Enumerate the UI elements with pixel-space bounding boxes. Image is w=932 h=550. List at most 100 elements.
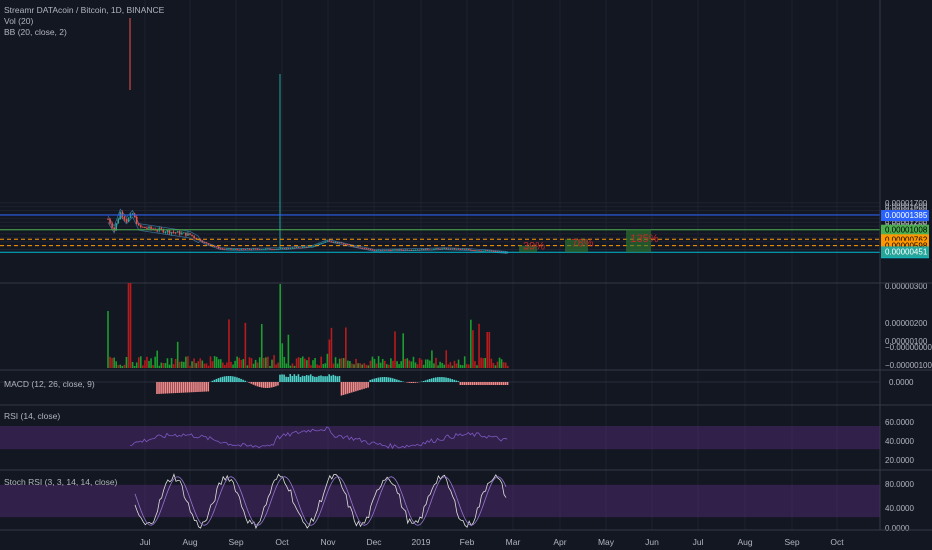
volume-bar <box>240 359 243 368</box>
candle-body <box>178 231 181 235</box>
volume-bar <box>281 343 284 368</box>
macd-bar <box>496 382 499 385</box>
volume-bar <box>437 365 439 368</box>
macd-bar <box>186 382 189 393</box>
time-axis: Jul Aug Sep Oct Nov Dec 2019 Feb Mar Apr May Jun Jul… <box>140 537 845 547</box>
volume-bar <box>168 364 171 368</box>
macd-bar <box>445 377 447 382</box>
macd-bar <box>387 377 390 382</box>
macd-bar <box>422 380 425 382</box>
volume-bar <box>424 359 427 368</box>
volume-bar <box>269 365 271 368</box>
volume-bar <box>113 357 115 368</box>
candle-body <box>265 248 267 250</box>
candle-body <box>291 247 294 249</box>
macd-bar <box>240 378 242 382</box>
macd-bar <box>432 377 435 382</box>
candle-body <box>472 250 474 251</box>
candle-body <box>170 232 173 234</box>
volume-bar <box>447 364 450 368</box>
price-axis: 0.000017000.000016000.000015000.00001400… <box>879 0 932 533</box>
stoch-rsi-label[interactable]: Stoch RSI (3, 3, 14, 14, close) <box>4 477 117 487</box>
candle-body <box>312 245 314 247</box>
volume-bar <box>498 357 501 368</box>
volume-bar <box>353 364 355 368</box>
volume-bar <box>318 365 320 368</box>
candle-body <box>183 232 185 234</box>
candle-body <box>367 248 370 250</box>
macd-bar <box>469 382 472 385</box>
macd-bar <box>176 382 179 393</box>
time-tick-label: Sep <box>228 537 243 547</box>
candle-body <box>277 248 279 250</box>
volume-bar <box>390 358 392 368</box>
volume-bar <box>187 356 189 368</box>
volume-bar <box>201 360 204 368</box>
candle-body <box>168 230 171 234</box>
candle-body <box>285 248 288 249</box>
volume-bar <box>386 364 388 368</box>
volume-bar <box>137 357 140 368</box>
volume-bar <box>189 365 191 368</box>
candle-body <box>465 249 468 250</box>
candle-body <box>150 226 152 229</box>
chart-canvas[interactable]: 39% 78% 135% 0.000017000.000016000.00001500… <box>0 0 932 550</box>
bollinger-legend[interactable]: BB (20, close, 2) <box>4 27 67 37</box>
macd-bar <box>494 382 497 385</box>
macd-bar <box>326 376 328 382</box>
candle-body <box>441 248 443 250</box>
candle-body <box>310 246 312 247</box>
volume-bar <box>398 364 400 368</box>
volume-bar <box>310 365 312 368</box>
candle-body <box>334 242 337 243</box>
volume-bar <box>166 358 169 368</box>
macd-bar <box>381 377 384 382</box>
macd-bar <box>182 382 185 393</box>
symbol-title: Streamr DATAcoin / Bitcoin, 1D, BINANCE <box>4 5 165 15</box>
macd-bar <box>424 380 427 382</box>
volume-bar <box>357 363 359 368</box>
macd-bar <box>189 382 191 393</box>
candle-body <box>447 248 450 250</box>
volume-bar <box>404 358 407 368</box>
grid-lines <box>0 0 880 530</box>
volume-bar <box>347 360 349 368</box>
macd-bar <box>174 382 177 394</box>
macd-bar <box>459 382 462 385</box>
candle-body <box>191 234 193 236</box>
macd-bar <box>258 382 261 387</box>
time-tick-label: Mar <box>506 537 521 547</box>
candle-body <box>443 248 445 250</box>
candle-body <box>201 240 204 243</box>
macd-bar <box>252 382 255 385</box>
volume-bar <box>197 361 199 368</box>
volume-bar <box>273 355 275 368</box>
candle-body <box>219 248 222 250</box>
volume-bar <box>160 362 163 368</box>
volume-legend[interactable]: Vol (20) <box>4 16 33 26</box>
volume-bar <box>406 358 409 368</box>
volume-bar <box>131 362 134 368</box>
macd-bar <box>498 382 501 385</box>
volume-bar <box>246 365 249 368</box>
rsi-label[interactable]: RSI (14, close) <box>4 411 60 421</box>
macd-bar <box>219 377 222 382</box>
volume-bar <box>367 365 370 368</box>
candle-body <box>470 249 472 251</box>
candle-body <box>490 250 493 252</box>
macd-bar <box>355 382 357 392</box>
candle-body <box>449 248 452 250</box>
volume-bar <box>203 363 206 368</box>
macd-label[interactable]: MACD (12, 26, close, 9) <box>4 379 95 389</box>
candle-body <box>142 226 144 228</box>
volume-bar <box>181 361 183 368</box>
volume-bar <box>431 350 433 368</box>
macd-bar <box>293 374 296 382</box>
volume-bar <box>279 284 281 368</box>
time-tick-label: Oct <box>830 537 844 547</box>
macd-bar <box>312 376 314 382</box>
macd-bar <box>266 382 269 388</box>
macd-bar <box>303 376 306 382</box>
macd-bar <box>199 382 201 392</box>
candle-body <box>299 247 302 249</box>
